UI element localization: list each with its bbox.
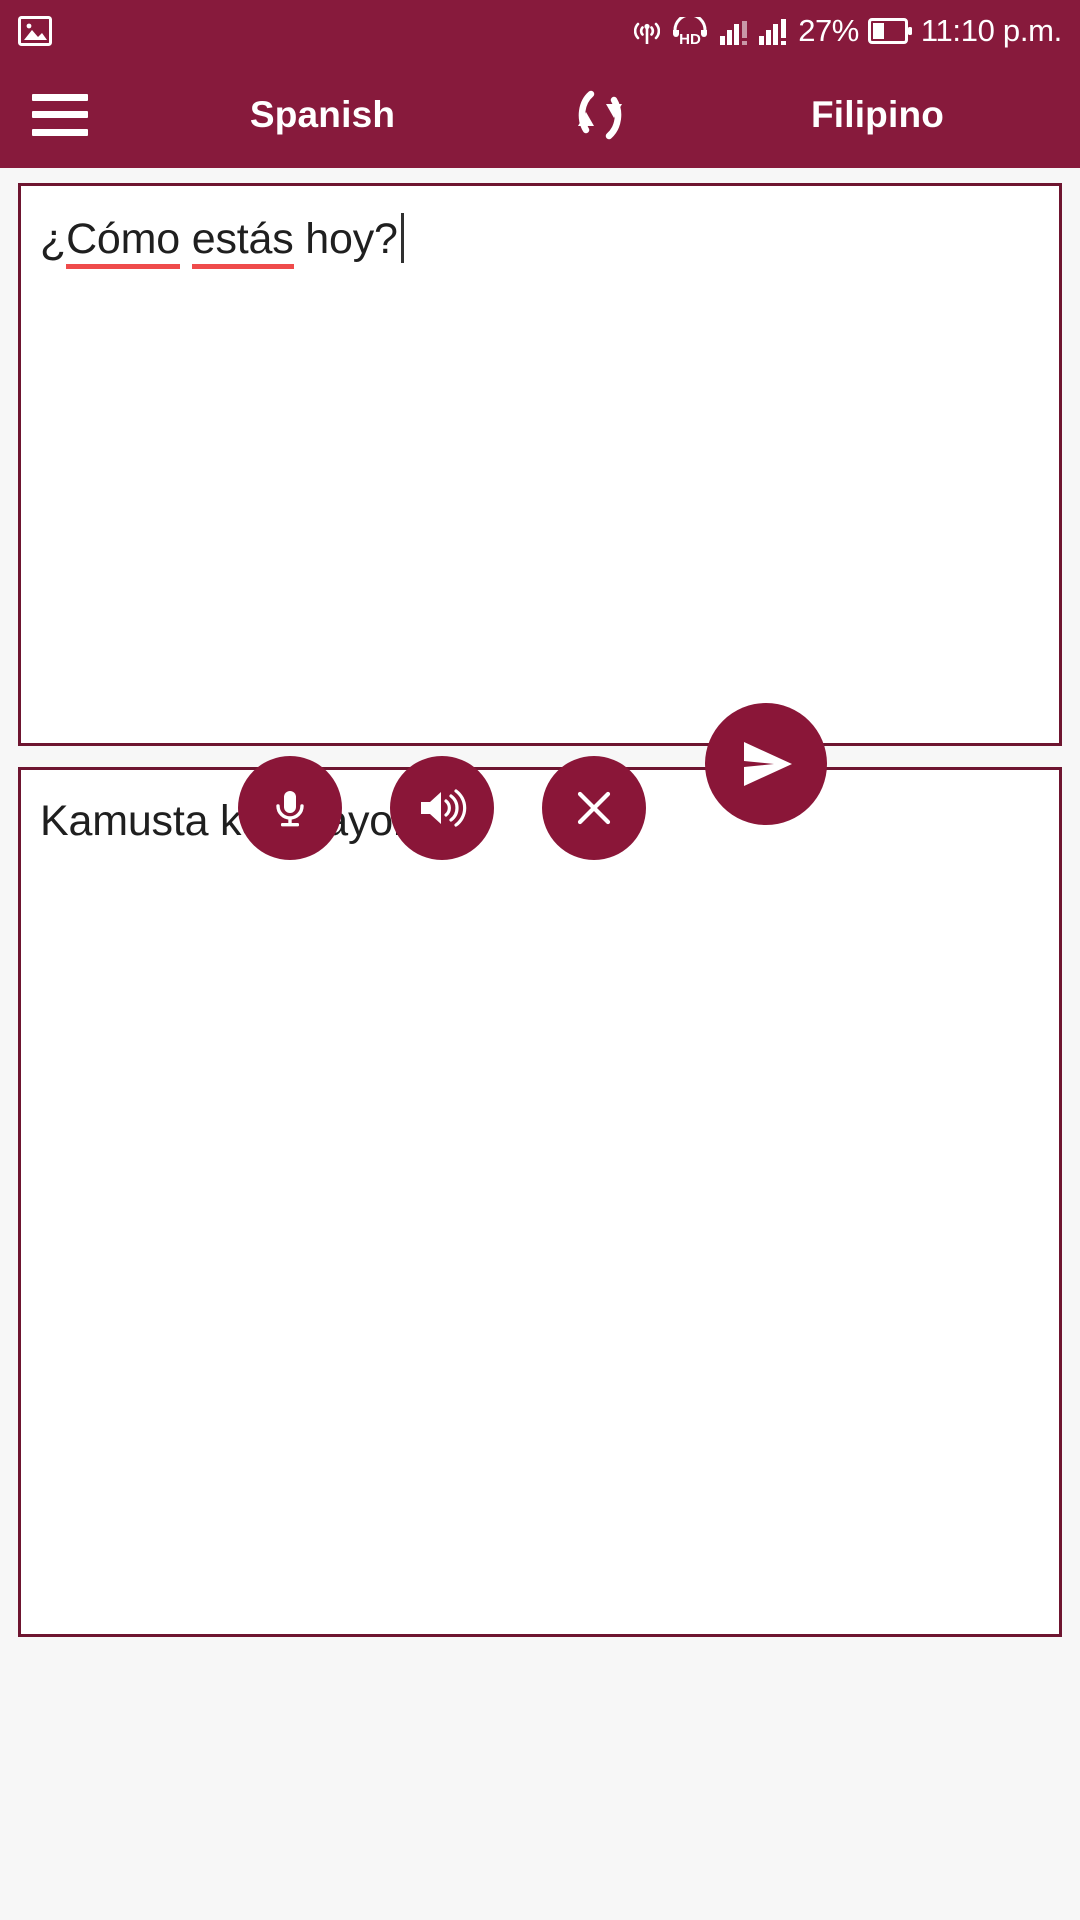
speak-button[interactable] xyxy=(390,756,494,860)
status-bar-left xyxy=(18,15,52,46)
battery-icon xyxy=(867,17,912,44)
app-bar: Spanish Filipino xyxy=(0,61,1080,168)
translator-app-screen: HD 27% 11:10 p.m. Spanish Filipino ¿Cómo… xyxy=(0,0,1080,1920)
mic-button[interactable] xyxy=(238,756,342,860)
hd-voice-icon: HD xyxy=(669,16,711,45)
target-text-panel[interactable]: Kamusta ka ngayon? xyxy=(18,767,1062,1637)
clear-text-button[interactable] xyxy=(542,756,646,860)
target-language-selector[interactable]: Filipino xyxy=(675,94,1080,136)
source-text-panel[interactable]: ¿Cómo estás hoy? xyxy=(18,183,1062,746)
source-text-input[interactable]: ¿Cómo estás hoy? xyxy=(40,213,1039,269)
source-actions-row xyxy=(238,756,646,860)
send-button[interactable] xyxy=(705,703,827,825)
svg-text:HD: HD xyxy=(679,31,701,45)
status-bar: HD 27% 11:10 p.m. xyxy=(0,0,1080,61)
clock: 11:10 p.m. xyxy=(920,13,1062,48)
status-bar-right: HD 27% 11:10 p.m. xyxy=(634,15,1062,46)
text-caret xyxy=(400,213,404,263)
source-text-word-misspelled: Cómo xyxy=(66,215,180,269)
send-icon xyxy=(734,732,798,796)
hamburger-menu-icon xyxy=(32,93,88,136)
cast-icon xyxy=(634,16,661,46)
source-text-space xyxy=(294,215,306,263)
menu-button[interactable] xyxy=(0,61,120,168)
close-icon xyxy=(570,784,618,832)
swap-languages-button[interactable] xyxy=(525,61,675,168)
source-text-word-misspelled: estás xyxy=(191,215,294,269)
mic-icon xyxy=(266,784,314,832)
signal-bars-icon xyxy=(720,17,750,45)
battery-percentage: 27% xyxy=(798,13,859,48)
source-language-selector[interactable]: Spanish xyxy=(120,94,525,136)
source-text-prefix: ¿ xyxy=(40,215,67,263)
gallery-icon xyxy=(18,15,52,46)
swap-languages-icon xyxy=(557,72,643,158)
source-text-rest: hoy? xyxy=(305,215,398,263)
speaker-icon xyxy=(417,784,467,832)
signal-bars-icon xyxy=(759,17,789,45)
source-text-space xyxy=(180,215,192,263)
